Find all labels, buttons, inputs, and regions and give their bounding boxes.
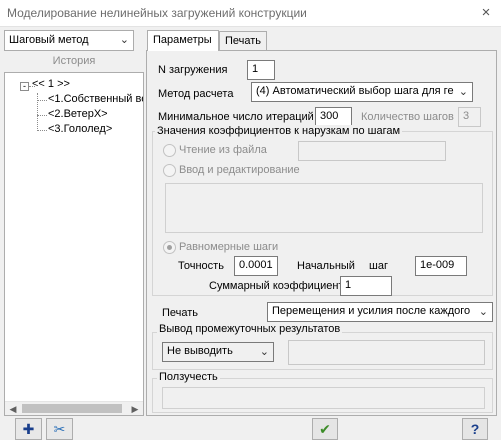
plus-icon: ✚ [22, 421, 35, 437]
ok-button[interactable]: ✔ [312, 418, 338, 440]
output-select[interactable]: Не выводить ⌄ [162, 342, 274, 362]
steps-count-label: Количество шагов [361, 111, 454, 123]
calc-method-select[interactable]: (4) Автоматический выбор шага для ге ⌄ [251, 82, 473, 102]
tree-item-load-2[interactable]: <2.ВетерX> [48, 108, 108, 120]
collapse-icon[interactable]: - [20, 82, 29, 91]
min-iterations-label: Минимальное число итераций [158, 111, 314, 123]
print-value: Перемещения и усилия после каждого [272, 305, 471, 317]
tab-parameters[interactable]: Параметры [147, 30, 219, 51]
creep-group-title: Ползучесть [157, 371, 220, 383]
steps-count-field: 3 [458, 107, 481, 127]
tree-connector [37, 93, 38, 129]
creep-field [162, 387, 485, 409]
load-number-label: N загружения [158, 64, 228, 76]
tree-connector [37, 115, 47, 116]
print-select[interactable]: Перемещения и усилия после каждого ⌄ [267, 302, 493, 322]
radio-input-edit [163, 164, 176, 177]
parameters-panel: N загружения 1 Метод расчета (4) Автомат… [146, 50, 497, 416]
scroll-thumb[interactable] [22, 404, 122, 413]
history-tree[interactable]: - << 1 >> <1.Собственный вес> <2.ВетерX>… [4, 72, 144, 416]
tree-connector [37, 100, 47, 101]
scissors-icon: ✂ [53, 421, 66, 437]
step-label: шаг [369, 260, 388, 272]
initial-step-label: Начальный [297, 260, 355, 272]
print-label: Печать [162, 307, 199, 319]
output-field [288, 340, 485, 365]
file-path-field [298, 141, 446, 161]
chevron-down-icon: ⌄ [119, 34, 129, 46]
accuracy-label: Точность [178, 260, 224, 272]
calc-method-value: (4) Автоматический выбор шага для ге [256, 85, 454, 97]
tree-item-root[interactable]: << 1 >> [32, 78, 70, 90]
method-select[interactable]: Шаговый метод ⌄ [4, 30, 134, 51]
tree-connector [37, 130, 47, 131]
cut-button[interactable]: ✂ [46, 418, 73, 440]
checkmark-icon: ✔ [319, 421, 331, 437]
add-button[interactable]: ✚ [15, 418, 42, 440]
radio-read-file-label: Чтение из файла [179, 144, 267, 156]
total-coefficient-field[interactable]: 1 [340, 276, 392, 296]
horizontal-scrollbar[interactable]: ◀ ▶ [5, 401, 143, 415]
radio-read-file [163, 144, 176, 157]
radio-uniform-steps [163, 241, 176, 254]
tree-item-load-1[interactable]: <1.Собственный вес> [48, 93, 143, 105]
history-label: История [52, 55, 96, 67]
coefficients-group-title: Значения коэффициентов к нарузкам по шаг… [155, 125, 403, 137]
load-number-field[interactable]: 1 [247, 60, 275, 80]
title-bar: Моделирование нелинейных загружений конс… [0, 0, 501, 27]
tree-item-load-3[interactable]: <3.Гололед> [48, 123, 112, 135]
window-title: Моделирование нелинейных загружений конс… [7, 6, 307, 20]
help-button[interactable]: ? [462, 418, 488, 440]
output-group-title: Вывод промежуточных результатов [157, 323, 343, 335]
scroll-left-icon[interactable]: ◀ [5, 402, 21, 415]
close-icon[interactable]: × [474, 3, 498, 23]
accuracy-field[interactable]: 0.0001 [234, 256, 278, 276]
radio-input-edit-label: Ввод и редактирование [179, 164, 300, 176]
method-select-value: Шаговый метод [9, 34, 89, 46]
total-coefficient-label: Суммарный коэффициент [209, 280, 344, 292]
coefficients-edit-area [165, 183, 483, 233]
radio-uniform-steps-label: Равномерные шаги [179, 241, 279, 253]
calc-method-label: Метод расчета [158, 88, 234, 100]
chevron-down-icon: ⌄ [475, 305, 488, 318]
tab-print[interactable]: Печать [219, 31, 267, 51]
output-value: Не выводить [167, 345, 233, 357]
help-icon: ? [470, 421, 480, 437]
chevron-down-icon: ⌄ [455, 85, 468, 98]
scroll-right-icon[interactable]: ▶ [127, 402, 143, 415]
initial-step-field[interactable]: 1e-009 [415, 256, 467, 276]
chevron-down-icon: ⌄ [259, 346, 269, 358]
min-iterations-field[interactable]: 300 [315, 107, 352, 127]
